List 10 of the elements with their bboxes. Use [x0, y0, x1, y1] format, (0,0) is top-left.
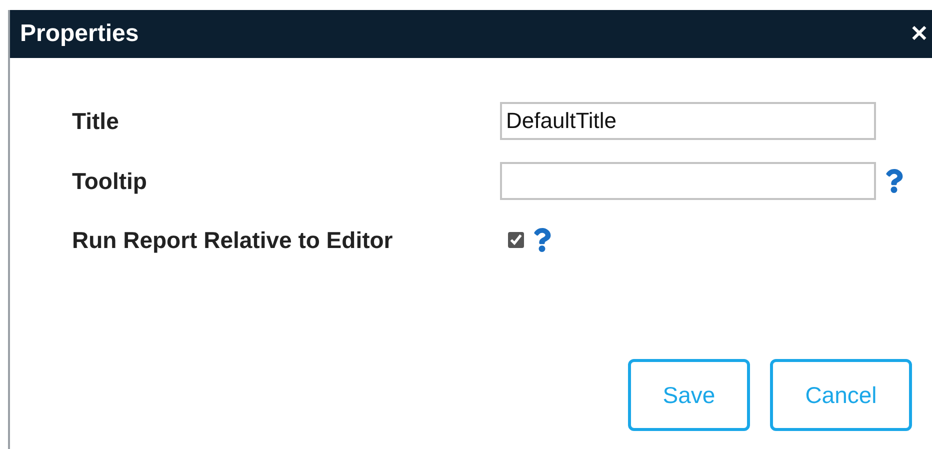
help-icon[interactable] [884, 169, 904, 193]
field-label: Title [72, 108, 120, 134]
help-icon[interactable] [532, 228, 552, 252]
field-label: Run Report Relative to Editor [72, 226, 394, 254]
checkbox[interactable] [508, 232, 524, 248]
close-button[interactable]: ✕ [906, 21, 932, 47]
field-label: Tooltip [72, 168, 148, 194]
window-title: Properties [20, 20, 139, 48]
text-field[interactable] [500, 162, 876, 200]
text-field[interactable]: DefaultTitle [500, 102, 876, 140]
